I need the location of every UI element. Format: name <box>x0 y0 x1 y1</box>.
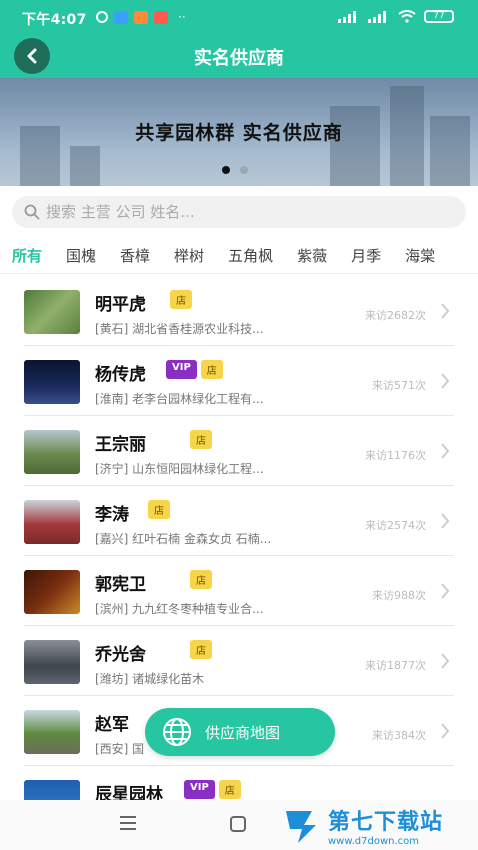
tab-wujiaofeng[interactable]: 五角枫 <box>228 245 273 266</box>
supplier-row[interactable]: 乔光舍 店 [潍坊] 诸城绿化苗木 来访1877次 <box>24 626 454 696</box>
supplier-badges: 店 <box>190 570 212 589</box>
banner-text: 共享园林群 实名供应商 <box>135 122 343 144</box>
supplier-description: [黄石] 湖北省香桂源农业科技... <box>95 322 264 336</box>
supplier-description: [滨州] 九九红冬枣种植专业合... <box>95 602 264 616</box>
supplier-name: 赵军 <box>95 715 129 735</box>
shop-badge: 店 <box>200 360 223 379</box>
supplier-row[interactable]: 郭宪卫 店 [滨州] 九九红冬枣种植专业合... 来访988次 <box>24 556 454 626</box>
supplier-description: [嘉兴] 红叶石楠 金森女贞 石楠... <box>95 532 272 546</box>
wifi-icon <box>398 10 416 23</box>
search-icon <box>24 204 40 220</box>
supplier-description: [淮南] 老李台园林绿化工程有... <box>95 392 264 406</box>
visit-count: 来访384次 <box>372 729 426 742</box>
shop-badge: 店 <box>190 570 212 589</box>
supplier-name: 李涛 <box>95 505 129 525</box>
supplier-thumbnail <box>24 570 80 614</box>
battery-icon: 77 <box>424 10 454 23</box>
notification-icons: ·· <box>96 10 186 24</box>
tab-yueji[interactable]: 月季 <box>351 245 381 266</box>
visit-count: 来访2574次 <box>365 519 426 532</box>
supplier-description: [潍坊] 诸城绿化苗木 <box>95 672 205 686</box>
shop-badge: 店 <box>218 780 241 799</box>
vip-badge: VIP <box>166 360 197 379</box>
pagination-dot[interactable] <box>240 166 248 174</box>
chevron-right-icon <box>441 513 450 529</box>
supplier-row[interactable]: 杨传虎 VIP 店 [淮南] 老李台园林绿化工程有... 来访571次 <box>24 346 454 416</box>
tab-ziwei[interactable]: 紫薇 <box>297 245 327 266</box>
supplier-badges: 店 <box>190 430 212 449</box>
banner-pagination <box>222 166 248 174</box>
shop-badge: 店 <box>148 500 170 519</box>
menu-icon[interactable] <box>120 816 136 832</box>
status-bar: 下午4:07 ·· 77 <box>0 0 478 34</box>
banner-bg-building <box>70 146 100 186</box>
status-time: 下午4:07 <box>22 12 87 28</box>
globe-icon <box>163 718 191 746</box>
category-tabs: 所有 国槐 香樟 榉树 五角枫 紫薇 月季 海棠 <box>0 238 478 274</box>
pagination-dot-active[interactable] <box>222 166 230 174</box>
tab-guohuai[interactable]: 国槐 <box>66 245 96 266</box>
vip-badge: VIP <box>184 780 215 799</box>
supplier-thumbnail <box>24 290 80 334</box>
tab-jushu[interactable]: 榉树 <box>174 245 204 266</box>
supplier-description: [济宁] 山东恒阳园林绿化工程... <box>95 462 264 476</box>
message-icon <box>114 10 128 24</box>
shop-badge: 店 <box>190 640 212 659</box>
status-right: 77 <box>338 10 454 23</box>
app-icon <box>134 10 148 24</box>
supplier-badges: 店 <box>148 500 170 519</box>
supplier-map-button[interactable]: 供应商地图 <box>145 708 335 756</box>
shop-badge: 店 <box>190 430 212 449</box>
page-title: 实名供应商 <box>194 48 284 69</box>
supplier-name: 乔光舍 <box>95 645 146 665</box>
supplier-name: 郭宪卫 <box>95 575 146 595</box>
notification-icon <box>154 10 168 24</box>
supplier-map-label: 供应商地图 <box>205 723 281 742</box>
shop-badge: 店 <box>170 290 192 309</box>
chevron-right-icon <box>441 303 450 319</box>
visit-count: 来访1176次 <box>365 449 426 462</box>
supplier-row[interactable]: 王宗丽 店 [济宁] 山东恒阳园林绿化工程... 来访1176次 <box>24 416 454 486</box>
visit-count: 来访1877次 <box>365 659 426 672</box>
supplier-thumbnail <box>24 360 80 404</box>
search-input[interactable] <box>46 203 426 221</box>
tab-all[interactable]: 所有 <box>12 245 42 266</box>
signal-icon <box>338 10 356 23</box>
leaf-icon <box>96 11 108 23</box>
chevron-right-icon <box>441 373 450 389</box>
supplier-badges: VIP 店 <box>184 780 241 799</box>
chevron-right-icon <box>441 723 450 739</box>
supplier-badges: 店 <box>170 290 192 309</box>
supplier-badges: VIP 店 <box>166 360 223 379</box>
watermark-title: 第七下载站 <box>328 809 444 835</box>
supplier-thumbnail <box>24 640 80 684</box>
visit-count: 来访571次 <box>372 379 426 392</box>
watermark-logo-icon <box>282 805 322 845</box>
supplier-badges: 店 <box>190 640 212 659</box>
supplier-row[interactable]: 明平虎 店 [黄石] 湖北省香桂源农业科技... 来访2682次 <box>24 276 454 346</box>
chevron-right-icon <box>441 583 450 599</box>
watermark-url: www.d7down.com <box>328 835 420 847</box>
supplier-thumbnail <box>24 430 80 474</box>
chevron-right-icon <box>441 443 450 459</box>
tab-xiangzhang[interactable]: 香樟 <box>120 245 150 266</box>
visit-count: 来访2682次 <box>365 309 426 322</box>
watermark-text: 第七下载站 www.d7down.com <box>328 804 443 847</box>
supplier-name: 明平虎 <box>95 295 146 315</box>
search-bar[interactable] <box>12 196 466 228</box>
supplier-row[interactable]: 李涛 店 [嘉兴] 红叶石楠 金森女贞 石楠... 来访2574次 <box>24 486 454 556</box>
home-icon[interactable] <box>230 816 246 832</box>
visit-count: 来访988次 <box>372 589 426 602</box>
watermark: 第七下载站 www.d7down.com <box>282 800 478 850</box>
supplier-thumbnail <box>24 710 80 754</box>
tab-haitang[interactable]: 海棠 <box>405 245 435 266</box>
signal-icon <box>368 10 386 23</box>
supplier-name: 杨传虎 <box>95 365 146 385</box>
supplier-name: 王宗丽 <box>95 435 146 455</box>
supplier-thumbnail <box>24 500 80 544</box>
app-header: 实名供应商 <box>0 34 478 78</box>
chevron-right-icon <box>441 653 450 669</box>
more-dots-icon: ·· <box>178 10 186 24</box>
